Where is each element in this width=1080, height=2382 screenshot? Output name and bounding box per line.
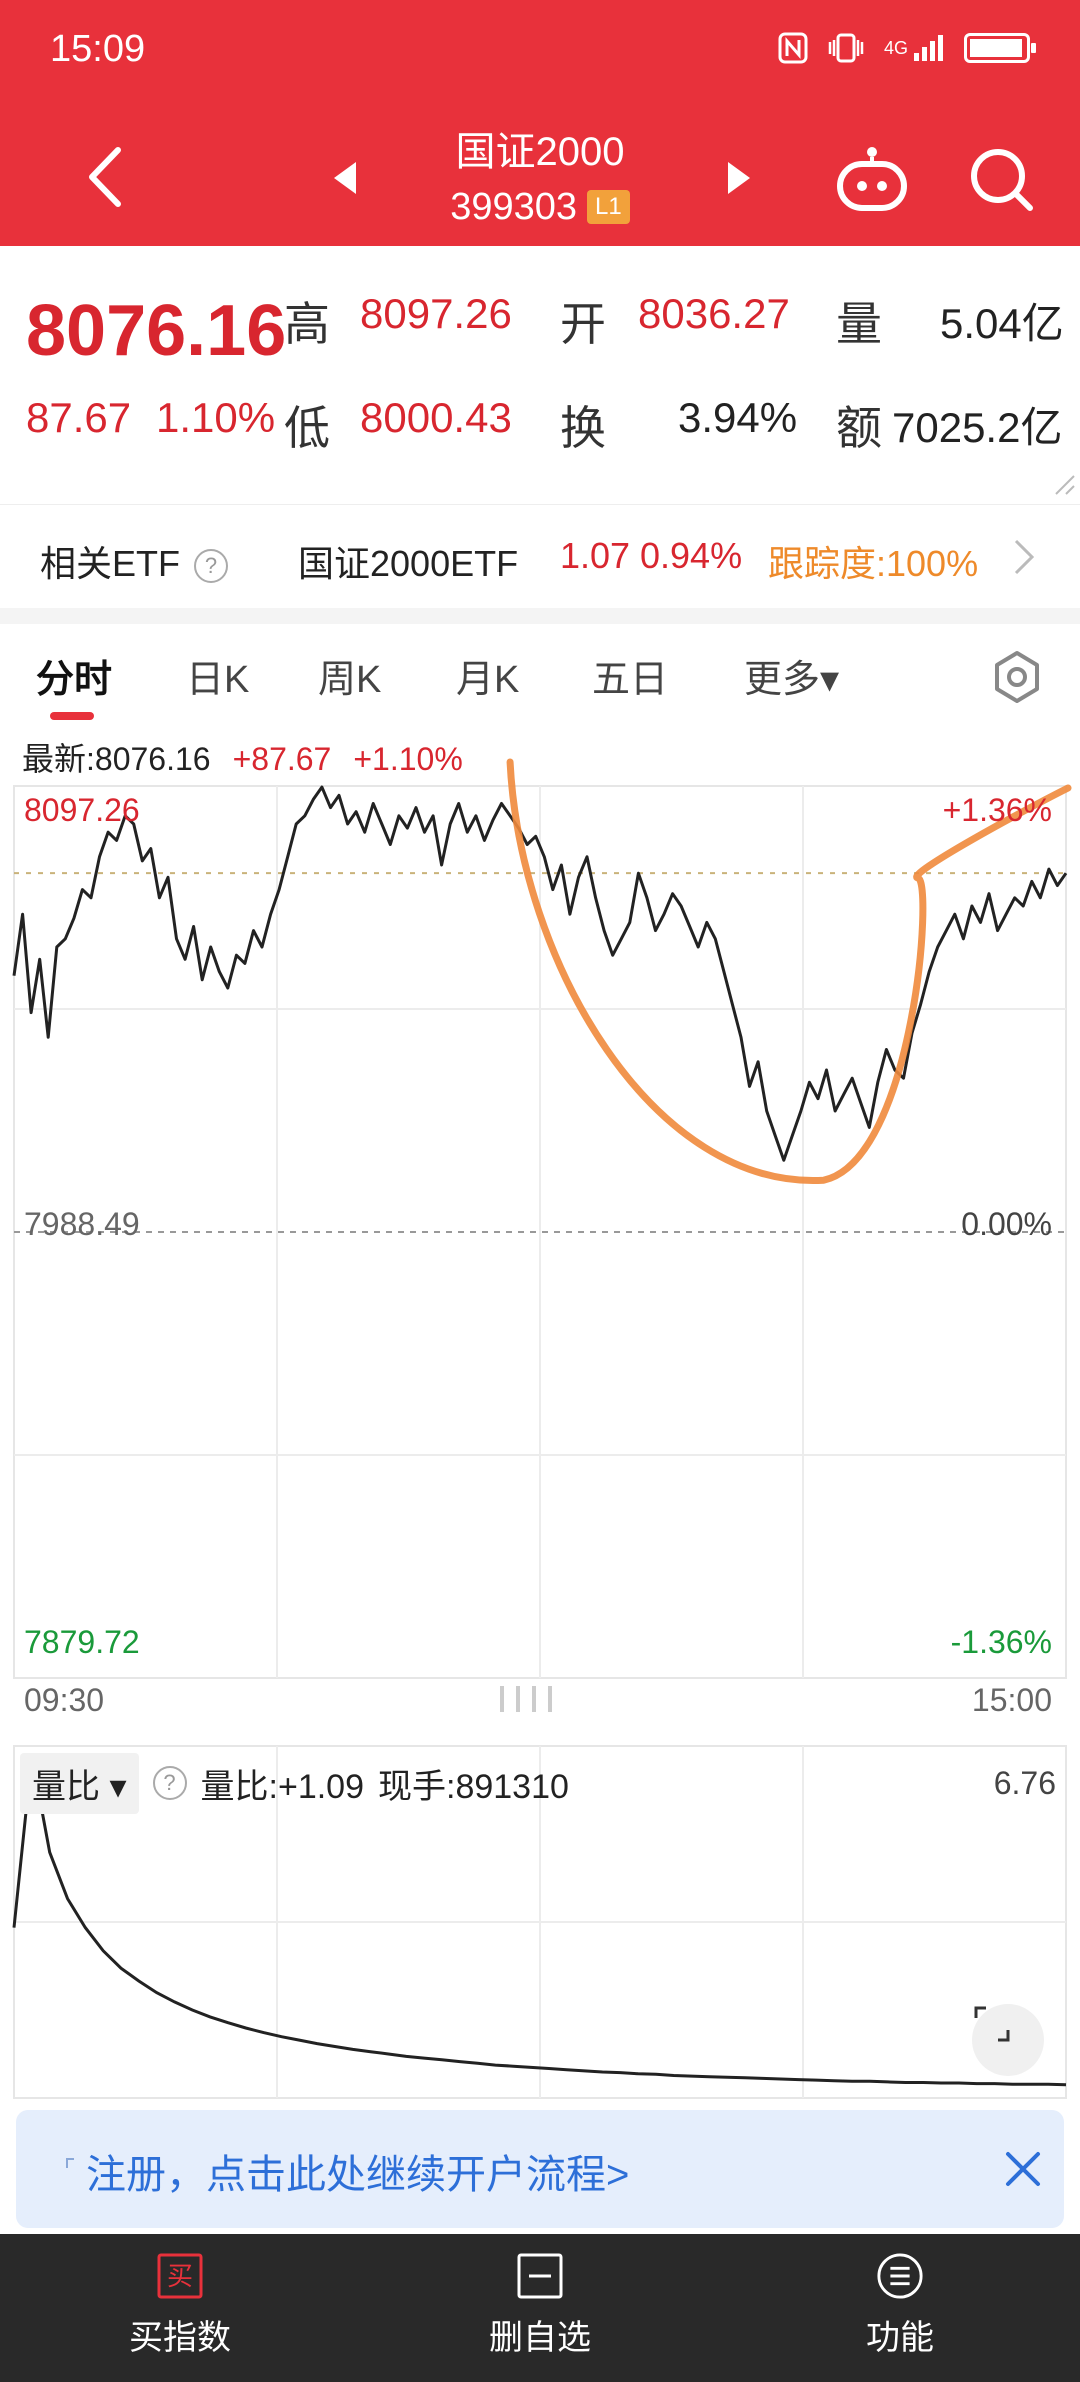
search-icon <box>971 149 1033 211</box>
tab-daily-k[interactable]: 日K <box>186 648 249 703</box>
help-icon[interactable]: ? <box>152 1766 187 1800</box>
related-etf-row[interactable]: 相关ETF? 国证2000ETF 1.07 0.94% 跟踪度:100% <box>0 504 1080 608</box>
related-etf-label: 相关ETF? <box>40 535 228 587</box>
close-icon <box>1006 2152 1040 2186</box>
last-price: 8076.16 <box>26 291 287 371</box>
volume-ratio-max: 6.76 <box>993 1765 1056 1801</box>
nav-bar: 国证2000 399303 L1 <box>0 118 1080 246</box>
etf-price: 1.07 <box>560 535 631 576</box>
pct-label-mid: 0.00% <box>961 1206 1052 1242</box>
pct-label-top: +1.36% <box>942 792 1052 828</box>
tab-monthly-k[interactable]: 月K <box>456 648 519 703</box>
index-name: 国证2000 <box>455 130 625 174</box>
app-header: 15:09 4G 国证2000 399303 L1 <box>0 0 1080 246</box>
y-label-bottom: 7879.72 <box>24 1624 140 1660</box>
level-badge: L1 <box>587 190 630 224</box>
functions-label: 功能 <box>866 2319 934 2357</box>
banner-mark <box>66 2158 74 2168</box>
corner-expand-icon <box>1055 475 1075 495</box>
next-index-button[interactable] <box>726 158 754 202</box>
volume-ratio-value: 量比:+1.09 <box>200 1767 364 1806</box>
vibrate-icon <box>826 32 866 64</box>
pct-label-bottom: -1.36% <box>950 1624 1052 1660</box>
network-type: 4G <box>883 37 908 58</box>
tab-five-day[interactable]: 五日 <box>592 648 668 703</box>
functions-button[interactable]: 功能 <box>800 2252 1000 2359</box>
high-label: 高 <box>284 298 330 350</box>
index-code: 399303 <box>450 186 578 228</box>
remove-icon <box>516 2252 564 2300</box>
x-label-end: 15:00 <box>971 1682 1052 1718</box>
chart-period-tabs: 分时 日K 周K 月K 五日 更多▾ <box>0 624 1080 734</box>
search-button[interactable] <box>966 144 1036 214</box>
chevron-right-icon <box>1012 537 1036 587</box>
status-time: 15:09 <box>50 28 146 70</box>
y-label-top: 8097.26 <box>24 792 140 828</box>
buy-index-button[interactable]: 买 买指数 <box>80 2252 280 2359</box>
fullscreen-button[interactable] <box>972 2004 1044 2076</box>
open-value: 8036.27 <box>638 290 790 337</box>
index-code-row: 399303 L1 <box>450 180 630 234</box>
low-label: 低 <box>284 402 330 454</box>
buy-icon: 买 <box>156 2252 204 2300</box>
tab-weekly-k[interactable]: 周K <box>318 648 381 703</box>
amount-label: 额 <box>836 402 882 454</box>
volume-value: 5.04亿 <box>940 300 1064 347</box>
etf-name: 国证2000ETF <box>298 543 519 584</box>
indicator-select-label: 量比 <box>32 1767 100 1806</box>
robot-icon <box>837 147 907 211</box>
battery-charging-icon <box>964 33 1036 63</box>
volume-ratio-header: 量比 ▾ ? 量比:+1.09 现手:891310 <box>20 1750 569 1816</box>
x-label-start: 09:30 <box>24 1682 105 1718</box>
account-opening-banner[interactable]: 注册，点击此处继续开户流程> <box>16 2110 1064 2228</box>
triangle-right-icon <box>728 162 750 194</box>
remove-watchlist-label: 删自选 <box>489 2319 591 2357</box>
menu-circle-icon <box>876 2252 924 2300</box>
help-icon[interactable]: ? <box>194 549 228 584</box>
signal-icon: 4G <box>884 33 946 63</box>
intraday-chart[interactable]: 最新:8076.16 +87.67 +1.10% 8097.26 +1.36% 79… <box>0 734 1080 2104</box>
nfc-icon <box>778 32 808 64</box>
current-shares-value: 现手:891310 <box>378 1767 569 1806</box>
volume-label: 量 <box>836 298 882 350</box>
etf-change-pct: 0.94% <box>640 535 743 576</box>
banner-close-button[interactable] <box>994 2140 1052 2198</box>
gear-icon <box>995 651 1039 703</box>
buy-index-label: 买指数 <box>129 2319 231 2357</box>
chart-scroll-handle[interactable] <box>500 1686 552 1712</box>
etf-tracking: 跟踪度:100% <box>768 543 979 584</box>
y-label-mid: 7988.49 <box>24 1206 140 1242</box>
quote-panel: 8076.16 87.67 1.10% 高 8097.26 开 8036.27 … <box>0 246 1080 504</box>
etf-label-text: 相关ETF <box>40 543 180 584</box>
remove-watchlist-button[interactable]: 删自选 <box>440 2252 640 2359</box>
bottom-toolbar: 买 买指数 删自选 功能 <box>0 2234 1080 2382</box>
assistant-button[interactable] <box>834 144 910 214</box>
banner-text[interactable]: 注册，点击此处继续开户流程> <box>86 2142 629 2200</box>
amount-value: 7025.2亿 <box>892 404 1063 451</box>
price-change: 87.67 <box>26 394 132 441</box>
tab-more[interactable]: 更多▾ <box>744 648 839 703</box>
low-value: 8000.43 <box>360 394 512 441</box>
price-chart-canvas <box>12 758 1072 2099</box>
section-divider <box>0 608 1080 624</box>
status-icons: 4G <box>778 32 1036 64</box>
expand-icon <box>974 2006 1010 2042</box>
indicator-select[interactable]: 量比 ▾ <box>20 1752 139 1814</box>
turnover-label: 换 <box>560 402 606 454</box>
status-bar: 15:09 4G <box>0 0 1080 110</box>
index-title: 国证2000 399303 L1 <box>0 124 1080 234</box>
open-label: 开 <box>560 298 606 350</box>
turnover-value: 3.94% <box>678 394 798 441</box>
tab-intraday[interactable]: 分时 <box>36 648 112 703</box>
active-tab-indicator <box>50 712 94 720</box>
buy-icon-glyph: 买 <box>167 2262 193 2292</box>
high-value: 8097.26 <box>360 290 512 337</box>
price-change-pct: 1.10% <box>156 394 276 441</box>
chart-settings-button[interactable] <box>988 648 1046 706</box>
